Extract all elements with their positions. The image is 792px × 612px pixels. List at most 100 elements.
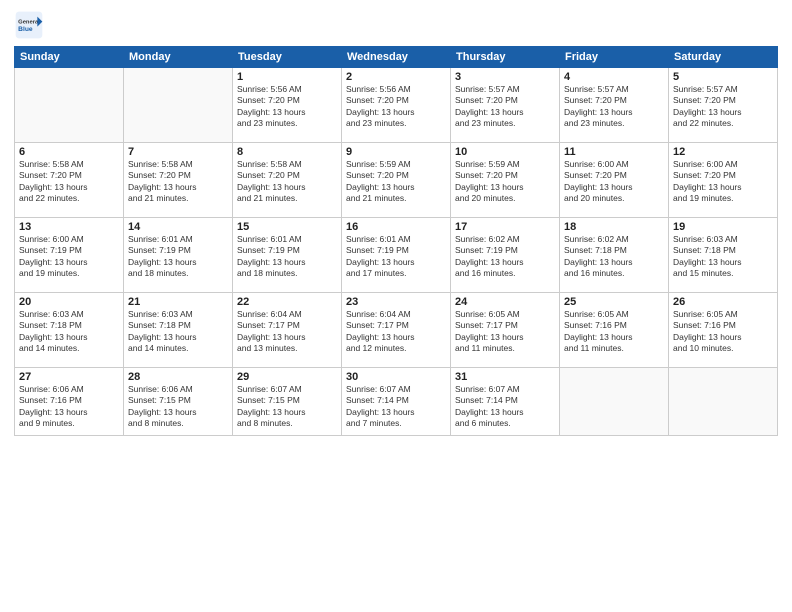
- day-number: 4: [564, 71, 664, 83]
- svg-text:Blue: Blue: [18, 26, 33, 33]
- day-info: Sunrise: 6:02 AM Sunset: 7:19 PM Dayligh…: [455, 234, 555, 280]
- table-row: 8Sunrise: 5:58 AM Sunset: 7:20 PM Daylig…: [233, 143, 342, 218]
- table-row: [15, 68, 124, 143]
- table-row: 6Sunrise: 5:58 AM Sunset: 7:20 PM Daylig…: [15, 143, 124, 218]
- day-info: Sunrise: 5:59 AM Sunset: 7:20 PM Dayligh…: [346, 159, 446, 205]
- table-row: 4Sunrise: 5:57 AM Sunset: 7:20 PM Daylig…: [560, 68, 669, 143]
- weekday-header-friday: Friday: [560, 47, 669, 68]
- day-number: 16: [346, 221, 446, 233]
- day-info: Sunrise: 6:05 AM Sunset: 7:16 PM Dayligh…: [564, 309, 664, 355]
- day-info: Sunrise: 6:00 AM Sunset: 7:19 PM Dayligh…: [19, 234, 119, 280]
- day-number: 1: [237, 71, 337, 83]
- day-number: 8: [237, 146, 337, 158]
- table-row: 10Sunrise: 5:59 AM Sunset: 7:20 PM Dayli…: [451, 143, 560, 218]
- svg-text:General: General: [18, 19, 40, 25]
- table-row: 12Sunrise: 6:00 AM Sunset: 7:20 PM Dayli…: [669, 143, 778, 218]
- day-number: 19: [673, 221, 773, 233]
- table-row: [124, 68, 233, 143]
- table-row: 26Sunrise: 6:05 AM Sunset: 7:16 PM Dayli…: [669, 293, 778, 368]
- day-info: Sunrise: 6:06 AM Sunset: 7:15 PM Dayligh…: [128, 384, 228, 430]
- table-row: 15Sunrise: 6:01 AM Sunset: 7:19 PM Dayli…: [233, 218, 342, 293]
- table-row: [560, 368, 669, 436]
- day-info: Sunrise: 6:03 AM Sunset: 7:18 PM Dayligh…: [19, 309, 119, 355]
- day-info: Sunrise: 6:07 AM Sunset: 7:15 PM Dayligh…: [237, 384, 337, 430]
- table-row: 29Sunrise: 6:07 AM Sunset: 7:15 PM Dayli…: [233, 368, 342, 436]
- table-row: 23Sunrise: 6:04 AM Sunset: 7:17 PM Dayli…: [342, 293, 451, 368]
- day-number: 10: [455, 146, 555, 158]
- day-info: Sunrise: 6:01 AM Sunset: 7:19 PM Dayligh…: [237, 234, 337, 280]
- day-info: Sunrise: 5:57 AM Sunset: 7:20 PM Dayligh…: [673, 84, 773, 130]
- day-info: Sunrise: 6:06 AM Sunset: 7:16 PM Dayligh…: [19, 384, 119, 430]
- table-row: 7Sunrise: 5:58 AM Sunset: 7:20 PM Daylig…: [124, 143, 233, 218]
- day-number: 13: [19, 221, 119, 233]
- table-row: 3Sunrise: 5:57 AM Sunset: 7:20 PM Daylig…: [451, 68, 560, 143]
- logo-icon: General Blue: [14, 10, 44, 40]
- day-info: Sunrise: 6:04 AM Sunset: 7:17 PM Dayligh…: [237, 309, 337, 355]
- day-info: Sunrise: 6:03 AM Sunset: 7:18 PM Dayligh…: [128, 309, 228, 355]
- weekday-header-sunday: Sunday: [15, 47, 124, 68]
- day-info: Sunrise: 6:01 AM Sunset: 7:19 PM Dayligh…: [346, 234, 446, 280]
- day-info: Sunrise: 5:57 AM Sunset: 7:20 PM Dayligh…: [455, 84, 555, 130]
- day-info: Sunrise: 6:05 AM Sunset: 7:17 PM Dayligh…: [455, 309, 555, 355]
- day-number: 20: [19, 296, 119, 308]
- table-row: 16Sunrise: 6:01 AM Sunset: 7:19 PM Dayli…: [342, 218, 451, 293]
- day-number: 23: [346, 296, 446, 308]
- day-info: Sunrise: 5:58 AM Sunset: 7:20 PM Dayligh…: [237, 159, 337, 205]
- day-number: 28: [128, 371, 228, 383]
- table-row: [669, 368, 778, 436]
- day-number: 30: [346, 371, 446, 383]
- day-info: Sunrise: 5:56 AM Sunset: 7:20 PM Dayligh…: [346, 84, 446, 130]
- table-row: 5Sunrise: 5:57 AM Sunset: 7:20 PM Daylig…: [669, 68, 778, 143]
- table-row: 9Sunrise: 5:59 AM Sunset: 7:20 PM Daylig…: [342, 143, 451, 218]
- table-row: 28Sunrise: 6:06 AM Sunset: 7:15 PM Dayli…: [124, 368, 233, 436]
- table-row: 13Sunrise: 6:00 AM Sunset: 7:19 PM Dayli…: [15, 218, 124, 293]
- day-number: 2: [346, 71, 446, 83]
- day-number: 11: [564, 146, 664, 158]
- table-row: 24Sunrise: 6:05 AM Sunset: 7:17 PM Dayli…: [451, 293, 560, 368]
- weekday-header-tuesday: Tuesday: [233, 47, 342, 68]
- table-row: 20Sunrise: 6:03 AM Sunset: 7:18 PM Dayli…: [15, 293, 124, 368]
- day-number: 27: [19, 371, 119, 383]
- day-number: 21: [128, 296, 228, 308]
- day-info: Sunrise: 6:07 AM Sunset: 7:14 PM Dayligh…: [346, 384, 446, 430]
- weekday-header-thursday: Thursday: [451, 47, 560, 68]
- table-row: 30Sunrise: 6:07 AM Sunset: 7:14 PM Dayli…: [342, 368, 451, 436]
- day-info: Sunrise: 5:58 AM Sunset: 7:20 PM Dayligh…: [19, 159, 119, 205]
- table-row: 2Sunrise: 5:56 AM Sunset: 7:20 PM Daylig…: [342, 68, 451, 143]
- day-number: 6: [19, 146, 119, 158]
- day-number: 18: [564, 221, 664, 233]
- day-info: Sunrise: 6:00 AM Sunset: 7:20 PM Dayligh…: [673, 159, 773, 205]
- weekday-header-saturday: Saturday: [669, 47, 778, 68]
- table-row: 22Sunrise: 6:04 AM Sunset: 7:17 PM Dayli…: [233, 293, 342, 368]
- day-number: 22: [237, 296, 337, 308]
- day-number: 26: [673, 296, 773, 308]
- day-info: Sunrise: 6:05 AM Sunset: 7:16 PM Dayligh…: [673, 309, 773, 355]
- day-number: 25: [564, 296, 664, 308]
- day-number: 31: [455, 371, 555, 383]
- day-info: Sunrise: 6:07 AM Sunset: 7:14 PM Dayligh…: [455, 384, 555, 430]
- day-number: 7: [128, 146, 228, 158]
- table-row: 31Sunrise: 6:07 AM Sunset: 7:14 PM Dayli…: [451, 368, 560, 436]
- day-number: 5: [673, 71, 773, 83]
- day-number: 24: [455, 296, 555, 308]
- day-info: Sunrise: 5:56 AM Sunset: 7:20 PM Dayligh…: [237, 84, 337, 130]
- table-row: 19Sunrise: 6:03 AM Sunset: 7:18 PM Dayli…: [669, 218, 778, 293]
- table-row: 1Sunrise: 5:56 AM Sunset: 7:20 PM Daylig…: [233, 68, 342, 143]
- day-number: 17: [455, 221, 555, 233]
- day-info: Sunrise: 5:59 AM Sunset: 7:20 PM Dayligh…: [455, 159, 555, 205]
- weekday-header-monday: Monday: [124, 47, 233, 68]
- day-number: 15: [237, 221, 337, 233]
- table-row: 27Sunrise: 6:06 AM Sunset: 7:16 PM Dayli…: [15, 368, 124, 436]
- table-row: 17Sunrise: 6:02 AM Sunset: 7:19 PM Dayli…: [451, 218, 560, 293]
- day-number: 9: [346, 146, 446, 158]
- day-number: 29: [237, 371, 337, 383]
- day-info: Sunrise: 6:03 AM Sunset: 7:18 PM Dayligh…: [673, 234, 773, 280]
- table-row: 11Sunrise: 6:00 AM Sunset: 7:20 PM Dayli…: [560, 143, 669, 218]
- table-row: 14Sunrise: 6:01 AM Sunset: 7:19 PM Dayli…: [124, 218, 233, 293]
- day-info: Sunrise: 5:57 AM Sunset: 7:20 PM Dayligh…: [564, 84, 664, 130]
- day-info: Sunrise: 6:00 AM Sunset: 7:20 PM Dayligh…: [564, 159, 664, 205]
- page-header: General Blue: [14, 10, 778, 40]
- day-number: 12: [673, 146, 773, 158]
- day-number: 14: [128, 221, 228, 233]
- day-number: 3: [455, 71, 555, 83]
